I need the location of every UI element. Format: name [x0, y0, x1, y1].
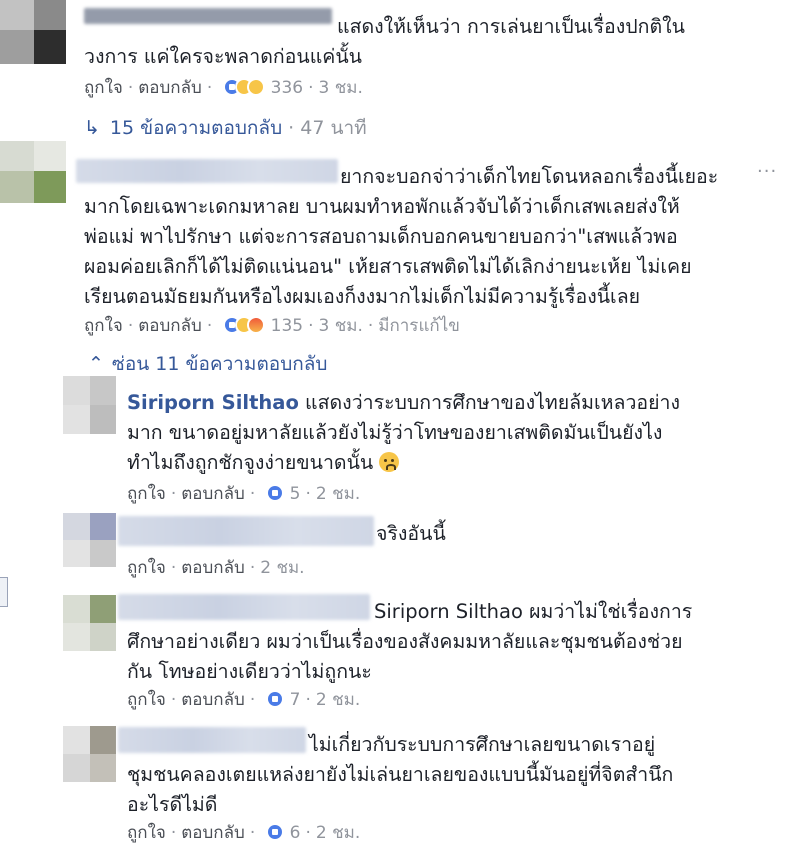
reply-text: กัน โทษอย่างเดียวว่าไม่ถูกนะ — [127, 660, 372, 683]
avatar[interactable] — [0, 141, 66, 203]
reply-actions: ถูกใจ · ตอบกลับ · 6 · 2 ชม. — [127, 821, 360, 848]
hide-replies-link[interactable]: ⌃ ซ่อน 11 ข้อความตอบกลับ — [88, 351, 327, 377]
worried-emoji-icon — [379, 452, 400, 472]
reaction-icons[interactable] — [266, 484, 285, 509]
reaction-icons[interactable] — [266, 823, 285, 848]
comment-text: วงการ แค่ใครจะพลาดก่อนแค่นั้น — [84, 45, 362, 68]
commenter-name[interactable]: Siriporn Silthao — [127, 391, 299, 414]
comment-text: เรียนตอนมัธยมกันหรือไงผมเองก็งงมากไม่เด็… — [84, 285, 641, 308]
timestamp[interactable]: 3 ชม. — [318, 316, 362, 336]
reaction-icons[interactable] — [223, 78, 266, 103]
like-reaction-icon — [266, 484, 285, 502]
like-link[interactable]: ถูกใจ — [127, 484, 166, 504]
timestamp[interactable]: 3 ชม. — [318, 78, 362, 98]
comment-actions: ถูกใจ · ตอบกลับ · 135 · 3 ชม. · มีการแก้ไข — [84, 314, 460, 341]
reply-arrow-icon: ↳ — [84, 117, 100, 139]
edited-label[interactable]: มีการแก้ไข — [378, 316, 460, 336]
timestamp[interactable]: 2 ชม. — [260, 558, 304, 578]
reply-text: ไม่เกี่ยวกับระบบการศึกษาเลยขนาดเราอยู่ — [309, 733, 656, 756]
comment-text: มากโดยเฉพาะเดกมหาลย บานผมทำหอพักแล้วจับไ… — [84, 195, 680, 218]
reply-text: จริงอันนี้ — [376, 522, 446, 545]
reply-actions: ถูกใจ · ตอบกลับ · 7 · 2 ชม. — [127, 688, 360, 715]
reply-link[interactable]: ตอบกลับ — [181, 823, 245, 843]
like-reaction-icon — [266, 690, 285, 708]
chevron-up-icon: ⌃ — [88, 353, 104, 375]
timestamp[interactable]: 2 ชม. — [316, 690, 360, 710]
reply-text: Siriporn Silthao ผมว่าไม่ใช่เรื่องการ — [374, 600, 693, 623]
side-tab-icon[interactable] — [0, 577, 8, 607]
reply-link[interactable]: ตอบกลับ — [138, 78, 202, 98]
like-link[interactable]: ถูกใจ — [84, 78, 123, 98]
reaction-count[interactable]: 7 — [290, 690, 301, 710]
reaction-count[interactable]: 135 — [271, 316, 303, 336]
like-link[interactable]: ถูกใจ — [127, 690, 166, 710]
reply-text: มาก ขนาดอยู่มหาลัยแล้วยังไม่รู้ว่าโทษของ… — [127, 421, 663, 444]
reply-actions: ถูกใจ · ตอบกลับ · 2 ชม. — [127, 558, 305, 578]
avatar[interactable] — [63, 376, 116, 434]
comment-text: ผอมค่อยเลิกก็ได้ไม่ติดแน่นอน" เห้ยสารเสพ… — [84, 255, 692, 278]
reaction-count[interactable]: 5 — [290, 484, 301, 504]
reply-text: ทำไมถึงถูกชักจูงง่ายขนาดนั้น — [127, 449, 400, 477]
like-reaction-icon — [266, 823, 285, 841]
angry-reaction-icon — [247, 316, 266, 334]
commenter-name-blurred[interactable] — [118, 727, 306, 753]
reply-link[interactable]: ตอบกลับ — [181, 484, 245, 504]
avatar[interactable] — [63, 513, 116, 567]
comment-text: พ่อแม่ พาไปรักษา แต่จะการสอบถามเด็กบอกคน… — [84, 225, 678, 248]
reply-link[interactable]: ตอบกลับ — [138, 316, 202, 336]
reaction-count[interactable]: 6 — [290, 823, 301, 843]
like-link[interactable]: ถูกใจ — [127, 558, 166, 578]
reply-link[interactable]: ตอบกลับ — [181, 558, 245, 578]
reply-text: ศึกษาอย่างเดียว ผมว่าเป็นเรื่องของสังคมม… — [127, 630, 683, 653]
avatar[interactable] — [63, 726, 116, 782]
timestamp[interactable]: 2 ชม. — [316, 823, 360, 843]
reply-link[interactable]: ตอบกลับ — [181, 690, 245, 710]
comment-actions: ถูกใจ · ตอบกลับ · 336 · 3 ชม. — [84, 76, 363, 103]
avatar[interactable] — [63, 595, 116, 651]
commenter-name-blurred[interactable] — [118, 594, 370, 620]
comment-text: แสดงให้เห็นว่า การเล่นยาเป็นเรื่องปกติใน — [337, 15, 685, 38]
like-link[interactable]: ถูกใจ — [84, 316, 123, 336]
reply-text: ชุมชนคลองเตยแหล่งยายังไม่เล่นยาเลยของแบบ… — [127, 763, 674, 786]
reply-text: Siriporn Silthao แสดงว่าระบบการศึกษาของไ… — [127, 391, 681, 414]
more-options-icon[interactable]: ··· — [757, 161, 777, 182]
like-link[interactable]: ถูกใจ — [127, 823, 166, 843]
view-replies-link[interactable]: ↳ 15 ข้อความตอบกลับ · 47 นาที — [84, 115, 367, 141]
reaction-icons[interactable] — [266, 690, 285, 715]
commenter-name-blurred[interactable] — [118, 516, 374, 546]
avatar[interactable] — [0, 0, 66, 64]
reply-text: อะไรดีไม่ดี — [127, 793, 218, 816]
reaction-count[interactable]: 336 — [271, 78, 303, 98]
wow-reaction-icon — [247, 78, 266, 96]
commenter-name-blurred[interactable] — [84, 8, 332, 24]
reaction-icons[interactable] — [223, 316, 266, 341]
timestamp[interactable]: 2 ชม. — [316, 484, 360, 504]
commenter-name-blurred[interactable] — [76, 159, 338, 183]
reply-actions: ถูกใจ · ตอบกลับ · 5 · 2 ชม. — [127, 482, 360, 509]
comment-text: ยากจะบอกจ่าว่าเด็กไทยโดนหลอกเรื่องนี้เยอ… — [340, 165, 719, 188]
